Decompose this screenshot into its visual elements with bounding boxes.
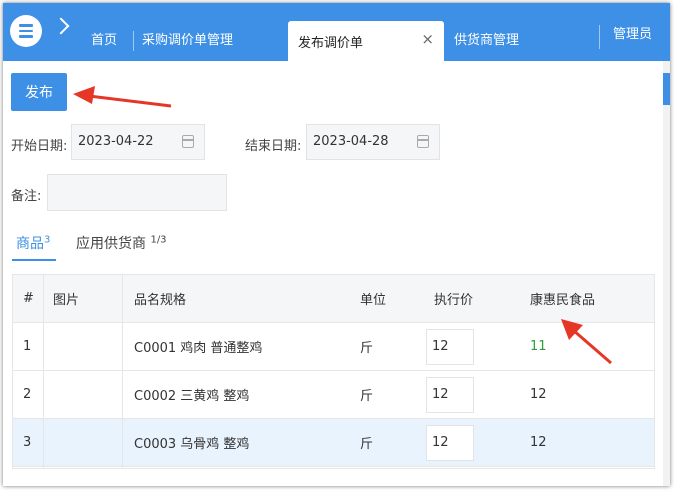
calendar-icon[interactable] — [182, 135, 194, 148]
calendar-icon[interactable] — [417, 135, 429, 148]
note-label: 备注: — [11, 189, 42, 204]
row-unit: 斤 — [360, 341, 374, 356]
subtab-active-indicator — [12, 259, 56, 261]
column-divider — [43, 275, 44, 468]
nav-price-adjust-management[interactable]: 采购调价单管理 — [142, 32, 233, 50]
close-icon[interactable]: × — [421, 30, 434, 48]
subtab-label: 商品 — [16, 236, 44, 252]
row-index: 3 — [23, 435, 32, 450]
col-header-unit: 单位 — [360, 293, 387, 308]
row-index: 2 — [23, 387, 32, 402]
page-gutter — [663, 61, 670, 486]
start-date-field[interactable]: 2023-04-22 — [71, 124, 205, 160]
nav-divider — [599, 25, 600, 49]
row-name: C0001 鸡肉 普通整鸡 — [134, 341, 263, 356]
subtab-label: 应用供货商 — [76, 236, 146, 252]
note-field[interactable] — [47, 174, 227, 211]
subtab-count: 1/3 — [150, 234, 167, 246]
table-row[interactable]: 2 C0002 三黄鸡 整鸡 斤 12 12 — [13, 371, 654, 419]
price-input[interactable]: 12 — [426, 328, 474, 365]
price-input[interactable]: 12 — [426, 376, 474, 413]
col-header-name: 品名规格 — [134, 293, 187, 308]
top-bar: 首页 采购调价单管理 发布调价单 × 供货商管理 管理员 — [3, 3, 670, 61]
row-index: 1 — [23, 339, 32, 354]
nav-home[interactable]: 首页 — [91, 32, 117, 50]
tab-supplier-management[interactable]: 供货商管理 — [454, 32, 519, 50]
table-header: # 图片 品名规格 单位 执行价 康惠民食品 — [13, 275, 654, 323]
product-table: # 图片 品名规格 单位 执行价 康惠民食品 1 C0001 鸡肉 普通整鸡 斤… — [12, 274, 655, 469]
col-header-price: 执行价 — [434, 293, 474, 308]
menu-icon[interactable] — [10, 15, 42, 47]
app-window: 首页 采购调价单管理 发布调价单 × 供货商管理 管理员 发布 开始日期: 20… — [3, 3, 670, 486]
nav-divider — [133, 31, 134, 51]
price-input[interactable]: 12 — [426, 424, 474, 461]
tab-publish-price-adjust[interactable]: 发布调价单 × — [288, 21, 444, 61]
row-supplier-price: 12 — [530, 435, 547, 450]
publish-button[interactable]: 发布 — [11, 73, 67, 111]
row-supplier-price: 12 — [530, 387, 547, 402]
start-date-label: 开始日期: — [11, 139, 68, 154]
end-date-value: 2023-04-28 — [313, 134, 389, 149]
subtab-products[interactable]: 商品3 — [16, 233, 50, 253]
start-date-value: 2023-04-22 — [78, 134, 154, 149]
annotation-arrow — [73, 86, 172, 108]
row-unit: 斤 — [360, 389, 374, 404]
page-gutter-accent — [663, 73, 670, 105]
row-name: C0003 乌骨鸡 整鸡 — [134, 437, 250, 452]
column-divider — [122, 275, 123, 468]
chevron-right-icon[interactable] — [52, 17, 70, 35]
subtab-count: 3 — [44, 234, 51, 246]
row-name: C0002 三黄鸡 整鸡 — [134, 389, 250, 404]
col-header-index: # — [23, 291, 34, 306]
tab-label: 发布调价单 — [298, 36, 364, 51]
end-date-label: 结束日期: — [245, 139, 302, 154]
subtab-suppliers[interactable]: 应用供货商 1/3 — [76, 233, 167, 253]
col-header-image: 图片 — [53, 293, 80, 308]
row-unit: 斤 — [360, 437, 374, 452]
table-row[interactable]: 3 C0003 乌骨鸡 整鸡 斤 12 12 — [13, 419, 654, 467]
col-header-supplier: 康惠民食品 — [530, 293, 596, 308]
end-date-field[interactable]: 2023-04-28 — [306, 124, 440, 160]
table-row[interactable]: 1 C0001 鸡肉 普通整鸡 斤 12 11 — [13, 323, 654, 371]
row-supplier-price: 11 — [530, 339, 547, 354]
user-menu[interactable]: 管理员 — [613, 23, 652, 42]
